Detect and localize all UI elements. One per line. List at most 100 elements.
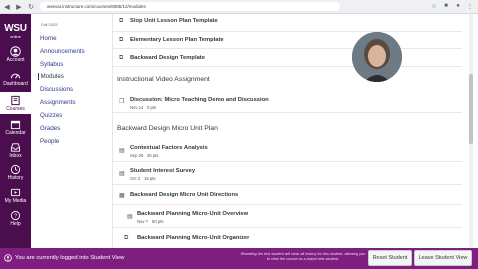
module-title: Instructional Video Assignment (117, 76, 210, 83)
module-item[interactable]: ⧉ Elementary Lesson Plan Template (113, 31, 462, 49)
user-icon (10, 46, 21, 57)
help-icon: ? (10, 210, 21, 221)
global-nav-label: My Media (4, 198, 27, 204)
assignment-icon: ▤ (119, 148, 125, 154)
scrollbar-thumb[interactable] (469, 74, 473, 144)
assignment-icon: ▤ (119, 171, 125, 177)
profile-icon[interactable]: ● (454, 2, 462, 10)
course-nav-grades[interactable]: Grades (40, 125, 60, 132)
student-view-note: Resetting the test student will clear al… (240, 252, 366, 261)
module-header[interactable]: Backward Design Micro Unit Plan (113, 121, 462, 139)
course-nav-assignments[interactable]: Assignments (40, 99, 75, 106)
reload-icon[interactable]: ↻ (26, 2, 36, 12)
address-bar[interactable]: wsevar.instructure.com/courses/8085/12/m… (40, 2, 340, 11)
module-title: Backward Design Micro Unit Plan (117, 125, 218, 132)
back-icon[interactable]: ◀ (2, 2, 12, 12)
clock-icon (10, 164, 21, 175)
wsu-logo[interactable]: WSU online (3, 23, 28, 40)
global-nav-label: Calendar (5, 130, 26, 136)
module-item-date: Oct 3 (130, 176, 141, 181)
module-item-title[interactable]: Elementary Lesson Plan Template (130, 37, 224, 43)
module-item[interactable]: ▤ Contextual Factors Analysis Sep 26 30 … (113, 141, 462, 162)
logo-sub-text: online (10, 34, 21, 39)
course-nav-announcements[interactable]: Announcements (40, 48, 85, 55)
student-view-bar: You are currently logged into Student Vi… (0, 248, 478, 269)
module-item-date: Nov 14 (130, 105, 144, 110)
module-item-title[interactable]: Discussion: Micro Teaching Demo and Disc… (130, 97, 269, 103)
global-nav-dashboard[interactable]: Dashboard (0, 67, 31, 89)
dashboard-icon (10, 73, 21, 79)
global-nav-calendar[interactable]: Calendar (0, 116, 31, 138)
global-nav-label: Courses (6, 106, 25, 112)
module-item-title[interactable]: Student Interest Survey (130, 168, 195, 174)
page-scrollbar[interactable] (469, 14, 473, 248)
url-text: wsevar.instructure.com/courses/8085/12/m… (47, 4, 146, 9)
module-item[interactable]: ▤ Student Interest Survey Oct 3 15 pts (113, 164, 462, 185)
module-item[interactable]: ⧉ Slop Unit Lesson Plan Template (113, 14, 462, 32)
attachment-icon: ⧉ (124, 235, 129, 241)
module-item[interactable]: ▦ Backward Design Micro Unit Directions (113, 187, 462, 205)
module-item-title[interactable]: Backward Design Micro Unit Directions (130, 192, 238, 198)
student-view-message: You are currently logged into Student Vi… (15, 255, 125, 261)
module-item-title[interactable]: Contextual Factors Analysis (130, 145, 208, 151)
attachment-icon: ⧉ (119, 55, 124, 61)
module-item-date: Sep 26 (130, 153, 144, 158)
course-nav-people[interactable]: People (40, 138, 59, 145)
course-nav-quizzes[interactable]: Quizzes (40, 112, 62, 119)
page-icon: ▦ (119, 193, 125, 199)
module-item-date: Nov 7 (137, 219, 148, 224)
star-icon[interactable]: ☆ (430, 2, 438, 10)
module-header[interactable]: Instructional Video Assignment (113, 73, 462, 91)
modules-content: ⧉ Slop Unit Lesson Plan Template ⧉ Eleme… (113, 14, 478, 248)
assignment-icon: ▤ (127, 214, 133, 220)
module-item-points: 15 pts (144, 176, 156, 181)
attachment-icon: ⧉ (119, 18, 124, 24)
leave-student-view-button[interactable]: Leave Student View (414, 250, 472, 266)
module-item-points: 50 pts (152, 219, 164, 224)
module-item-points: 30 pts (147, 153, 159, 158)
course-nav-home[interactable]: Home (40, 35, 57, 42)
global-nav-label: Help (10, 221, 21, 227)
student-view-icon (4, 254, 12, 262)
module-item[interactable]: ⧉ Backward Design Template (113, 49, 462, 67)
logo-main-text: WSU (4, 23, 27, 34)
inbox-icon (10, 143, 21, 152)
course-nav-syllabus[interactable]: Syllabus (40, 61, 63, 68)
module-item-title[interactable]: Backward Planning Micro-Unit Organizer (137, 235, 249, 241)
module-item-title[interactable]: Backward Design Template (130, 55, 205, 61)
global-navigation: WSU online Account Dashboard Courses Cal… (0, 14, 31, 248)
course-nav-discussions[interactable]: Discussions (40, 86, 73, 93)
webcam-video-overlay (352, 32, 402, 82)
svg-text:?: ? (14, 214, 17, 220)
module-item-points: 0 pts (147, 105, 157, 110)
global-nav-account[interactable]: Account (0, 43, 31, 65)
discussion-icon: ❐ (119, 99, 125, 105)
course-navigation: Fall 2025 Home Announcements Syllabus Mo… (31, 14, 113, 248)
calendar-icon (10, 120, 21, 130)
module-item[interactable]: ❐ Discussion: Micro Teaching Demo and Di… (113, 92, 462, 113)
app-window: ◀ ▶ ↻ wsevar.instructure.com/courses/808… (0, 0, 478, 269)
module-item[interactable]: ⧉ Backward Planning Micro-Unit Organizer (113, 230, 462, 248)
global-nav-courses[interactable]: Courses (0, 92, 31, 114)
menu-icon[interactable]: ⋮ (466, 2, 474, 10)
forward-icon[interactable]: ▶ (14, 2, 24, 12)
global-nav-my-media[interactable]: My Media (0, 184, 31, 206)
browser-toolbar: ◀ ▶ ↻ wsevar.instructure.com/courses/808… (0, 0, 478, 14)
course-term: Fall 2025 (41, 22, 58, 27)
global-nav-help[interactable]: ? Help (0, 207, 31, 229)
global-nav-label: Inbox (9, 153, 22, 159)
extensions-icon[interactable]: ■ (442, 2, 450, 10)
global-nav-label: Dashboard (3, 81, 28, 87)
course-nav-modules[interactable]: Modules (38, 73, 64, 80)
module-item-title[interactable]: Backward Planning Micro-Unit Overview (137, 211, 248, 217)
media-icon (10, 188, 21, 197)
attachment-icon: ⧉ (119, 37, 124, 43)
reset-student-button[interactable]: Reset Student (368, 250, 412, 266)
book-icon (11, 95, 20, 106)
presenter-image (352, 32, 402, 82)
global-nav-history[interactable]: History (0, 161, 31, 183)
module-item-title[interactable]: Slop Unit Lesson Plan Template (130, 18, 218, 24)
global-nav-inbox[interactable]: Inbox (0, 139, 31, 161)
module-item[interactable]: ▤ Backward Planning Micro-Unit Overview … (113, 207, 462, 228)
global-nav-label: History (7, 175, 24, 181)
